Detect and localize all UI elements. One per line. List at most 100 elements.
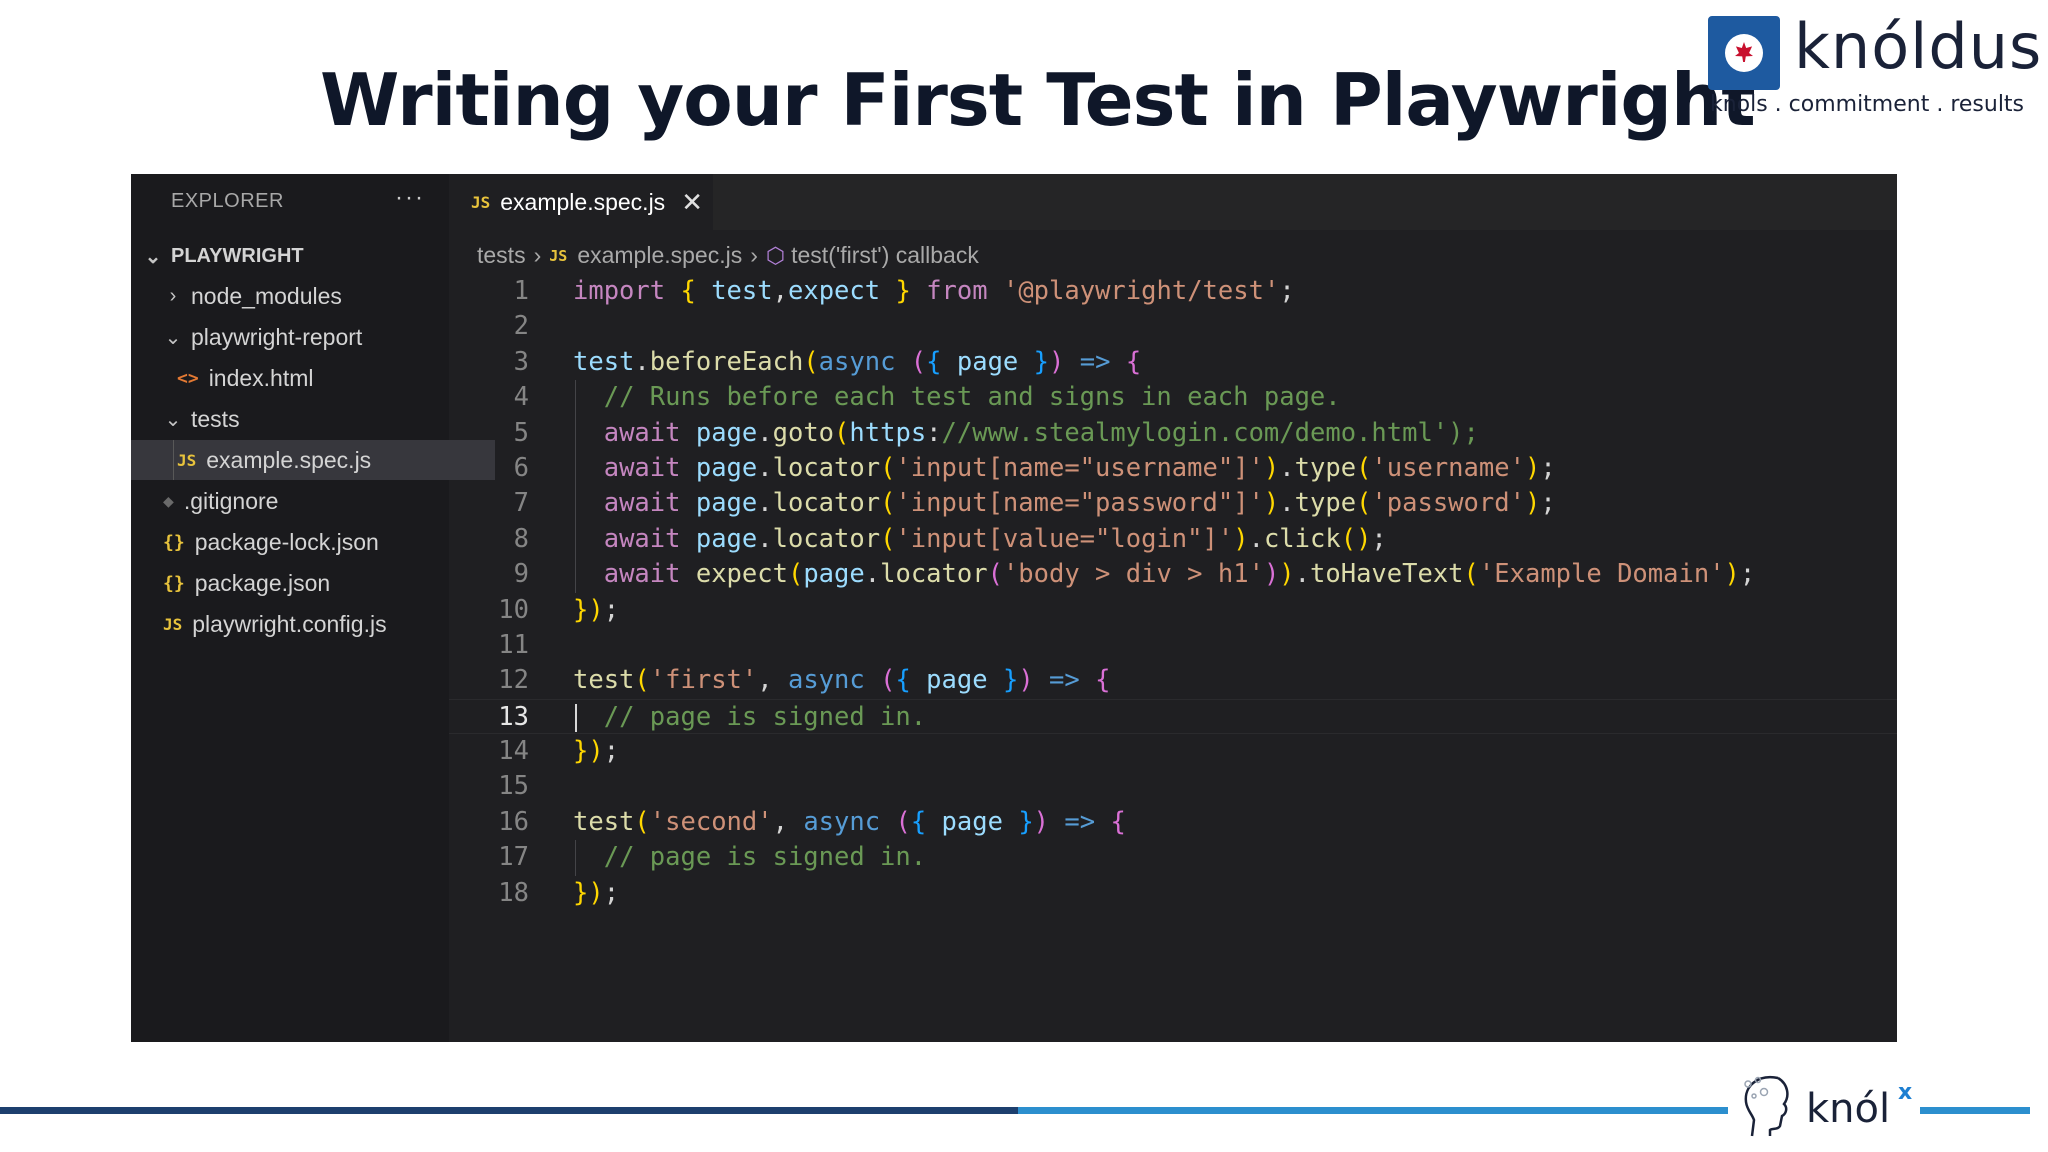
code-editor-window: EXPLORER ··· ⌄ PLAYWRIGHT › node_modules… — [131, 174, 1897, 1042]
line-number: 8 — [513, 523, 529, 554]
knolx-logo: knól x — [1728, 1062, 1920, 1152]
indent-guide — [173, 440, 174, 480]
code-text: await page.goto(https://www.stealmylogin… — [603, 417, 1479, 448]
chevron-down-icon: ⌄ — [144, 245, 162, 268]
code-line[interactable]: 14}); — [449, 734, 1897, 769]
code-line[interactable]: 12 test('first', async ({ page }) => { — [449, 663, 1897, 698]
code-line[interactable]: 1 import { test,expect } from '@playwrigh… — [449, 274, 1897, 309]
knolx-text: knól — [1806, 1086, 1891, 1132]
explorer-header: EXPLORER — [171, 190, 284, 212]
tree-item-label: example.spec.js — [206, 446, 372, 473]
tree-item-example-spec[interactable]: JS example.spec.js — [131, 440, 495, 480]
code-text: await expect(page.locator('body > div > … — [603, 559, 1756, 590]
line-number: 18 — [498, 877, 529, 908]
line-number: 17 — [498, 842, 529, 873]
tree-item-playwright-report[interactable]: ⌄ playwright-report — [131, 317, 481, 357]
code-line[interactable]: 9 await expect(page.locator('body > div … — [449, 557, 1897, 593]
close-icon[interactable]: ✕ — [681, 187, 703, 218]
code-text: test('first', async ({ page }) => { — [573, 665, 1111, 696]
explorer-project-root[interactable]: ⌄ PLAYWRIGHT — [131, 236, 461, 276]
chevron-down-icon: ⌄ — [164, 326, 182, 349]
line-number: 7 — [513, 488, 529, 519]
line-number: 3 — [513, 346, 529, 377]
code-line[interactable]: 4 // Runs before each test and signs in … — [449, 380, 1897, 416]
chevron-down-icon: ⌄ — [164, 408, 182, 431]
breadcrumb-file[interactable]: example.spec.js — [577, 242, 742, 269]
code-line[interactable]: 3 test.beforeEach(async ({ page }) => { — [449, 345, 1897, 380]
line-number: 15 — [498, 771, 529, 802]
js-file-icon: JS — [163, 614, 183, 634]
line-number: 9 — [513, 559, 529, 590]
breadcrumb: tests › JS example.spec.js › ⬡ test('fir… — [477, 242, 979, 269]
line-number: 6 — [513, 452, 529, 483]
tree-item-label: .gitignore — [183, 487, 279, 514]
tree-item-gitignore[interactable]: ◆ .gitignore — [131, 481, 481, 521]
code-line[interactable]: 16 test('second', async ({ page }) => { — [449, 805, 1897, 840]
code-line[interactable]: 13 // page is signed in. — [449, 698, 1897, 735]
slide-title: Writing your First Test in Playwright — [320, 58, 1756, 142]
code-area[interactable]: 1 import { test,expect } from '@playwrigh… — [449, 274, 1897, 911]
tree-item-node-modules[interactable]: › node_modules — [131, 276, 481, 316]
js-file-icon: JS — [471, 192, 491, 212]
line-number: 2 — [513, 311, 529, 342]
code-line[interactable]: 17 // page is signed in. — [449, 840, 1897, 876]
more-actions-icon[interactable]: ··· — [395, 184, 425, 212]
tree-item-label: playwright.config.js — [192, 610, 387, 637]
breadcrumb-folder[interactable]: tests — [477, 242, 526, 269]
line-number: 10 — [498, 594, 529, 625]
code-line[interactable]: 5 await page.goto(https://www.stealmylog… — [449, 415, 1897, 451]
tree-item-label: playwright-report — [191, 323, 363, 350]
tab-label: example.spec.js — [500, 188, 666, 215]
chevron-right-icon: › — [533, 242, 542, 268]
tree-item-package-json[interactable]: {} package.json — [131, 563, 481, 603]
code-line[interactable]: 15 — [449, 769, 1897, 804]
line-number: 5 — [513, 417, 529, 448]
code-line[interactable]: 11 — [449, 628, 1897, 663]
line-number: 13 — [498, 701, 529, 732]
html-file-icon: <> — [177, 367, 199, 389]
code-text: }); — [573, 594, 620, 625]
knolx-head-icon — [1744, 1075, 1789, 1137]
project-name: PLAYWRIGHT — [171, 244, 304, 267]
tree-item-label: node_modules — [191, 282, 342, 309]
footer-bar-dark — [0, 1107, 1018, 1114]
code-line[interactable]: 8 await page.locator('input[value="login… — [449, 521, 1897, 558]
knoldus-logo: knóldus knols . commitment . results — [1706, 10, 2041, 124]
tree-item-tests[interactable]: ⌄ tests — [131, 399, 481, 439]
explorer-sidebar: EXPLORER ··· ⌄ PLAYWRIGHT › node_modules… — [131, 174, 495, 1042]
code-text: }); — [573, 736, 620, 767]
line-number: 12 — [498, 665, 529, 696]
code-text: }); — [573, 877, 620, 908]
editor-tab-bar: JS example.spec.js ✕ — [449, 174, 1897, 230]
code-text: import { test,expect } from '@playwright… — [573, 276, 1295, 306]
breadcrumb-symbol[interactable]: test('first') callback — [791, 242, 979, 269]
js-file-icon: JS — [177, 450, 197, 470]
code-line[interactable]: 6 await page.locator('input[name="userna… — [449, 450, 1897, 487]
code-line[interactable]: 18}); — [449, 876, 1897, 911]
js-file-icon: JS — [549, 246, 568, 265]
tree-item-package-lock[interactable]: {} package-lock.json — [131, 522, 481, 562]
chevron-right-icon: › — [750, 242, 758, 268]
json-file-icon: {} — [163, 572, 185, 594]
knolx-superscript: x — [1898, 1080, 1913, 1105]
code-text: test('second', async ({ page }) => { — [573, 806, 1126, 837]
code-line[interactable]: 7 await page.locator('input[name="passwo… — [449, 486, 1897, 522]
line-number: 4 — [513, 382, 529, 413]
code-text: await page.locator('input[value="login"]… — [603, 523, 1387, 554]
symbol-method-icon: ⬡ — [765, 242, 786, 268]
json-file-icon: {} — [163, 531, 185, 553]
tree-item-label: package-lock.json — [194, 528, 379, 555]
code-text: // page is signed in. — [603, 701, 927, 732]
tree-item-index-html[interactable]: <> index.html — [131, 358, 495, 398]
line-number: 11 — [498, 629, 529, 660]
line-number: 16 — [498, 806, 529, 837]
tab-example-spec[interactable]: JS example.spec.js ✕ — [449, 174, 713, 230]
code-line[interactable]: 10}); — [449, 593, 1897, 628]
tree-item-label: package.json — [194, 569, 331, 596]
tree-item-playwright-config[interactable]: JS playwright.config.js — [131, 604, 481, 644]
code-text: await page.locator('input[name="password… — [603, 488, 1556, 519]
code-line[interactable]: 2 — [449, 309, 1897, 344]
knoldus-tagline: knols . commitment . results — [1709, 92, 2025, 117]
code-text: test.beforeEach(async ({ page }) => { — [573, 346, 1142, 377]
chevron-right-icon: › — [169, 284, 177, 307]
